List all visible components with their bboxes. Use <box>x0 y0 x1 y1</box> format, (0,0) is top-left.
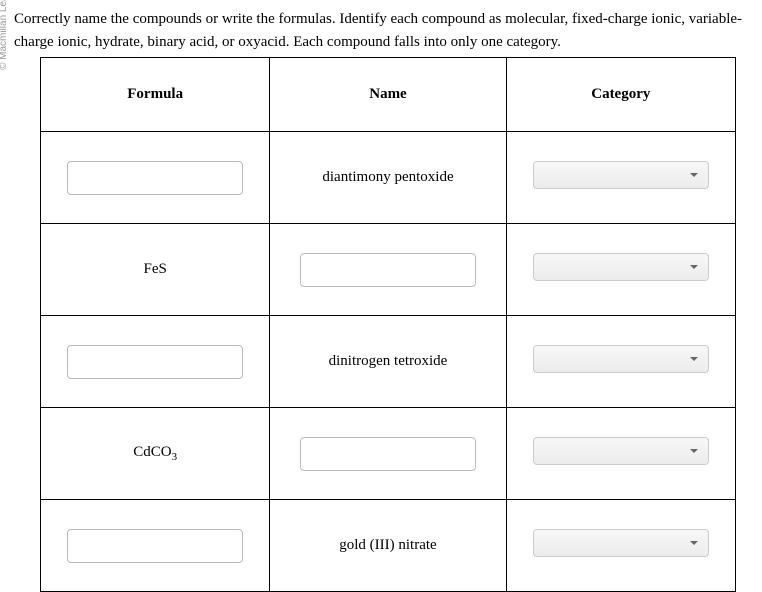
table-row: FeS <box>41 224 736 316</box>
compound-table: Formula Name Category diantimony pentoxi… <box>40 57 736 592</box>
formula-cell <box>41 132 270 224</box>
name-cell <box>270 224 506 316</box>
category-select[interactable] <box>533 161 709 189</box>
copyright-watermark: © Macmillan Learning <box>0 0 9 70</box>
name-cell: diantimony pentoxide <box>270 132 506 224</box>
name-input[interactable] <box>300 437 476 471</box>
formula-cell: FeS <box>41 224 270 316</box>
table-row: diantimony pentoxide <box>41 132 736 224</box>
compound-formula-text: CdCO3 <box>133 444 177 460</box>
compound-name-text: diantimony pentoxide <box>322 169 453 185</box>
category-select[interactable] <box>533 529 709 557</box>
formula-input[interactable] <box>67 345 243 379</box>
compound-formula-text: FeS <box>144 261 167 277</box>
category-select[interactable] <box>533 253 709 281</box>
formula-cell: CdCO3 <box>41 408 270 500</box>
table-row: CdCO3 <box>41 408 736 500</box>
name-cell <box>270 408 506 500</box>
category-cell <box>506 316 735 408</box>
category-select[interactable] <box>533 437 709 465</box>
question-instructions: Correctly name the compounds or write th… <box>0 0 762 57</box>
header-category: Category <box>506 58 735 132</box>
compound-name-text: dinitrogen tetroxide <box>329 353 448 369</box>
formula-input[interactable] <box>67 529 243 563</box>
name-cell: dinitrogen tetroxide <box>270 316 506 408</box>
category-cell <box>506 132 735 224</box>
name-cell: gold (III) nitrate <box>270 500 506 592</box>
header-formula: Formula <box>41 58 270 132</box>
category-cell <box>506 408 735 500</box>
category-cell <box>506 500 735 592</box>
formula-cell <box>41 316 270 408</box>
formula-cell <box>41 500 270 592</box>
formula-input[interactable] <box>67 161 243 195</box>
header-name: Name <box>270 58 506 132</box>
name-input[interactable] <box>300 253 476 287</box>
category-cell <box>506 224 735 316</box>
compound-name-text: gold (III) nitrate <box>339 537 436 553</box>
table-row: gold (III) nitrate <box>41 500 736 592</box>
category-select[interactable] <box>533 345 709 373</box>
table-row: dinitrogen tetroxide <box>41 316 736 408</box>
